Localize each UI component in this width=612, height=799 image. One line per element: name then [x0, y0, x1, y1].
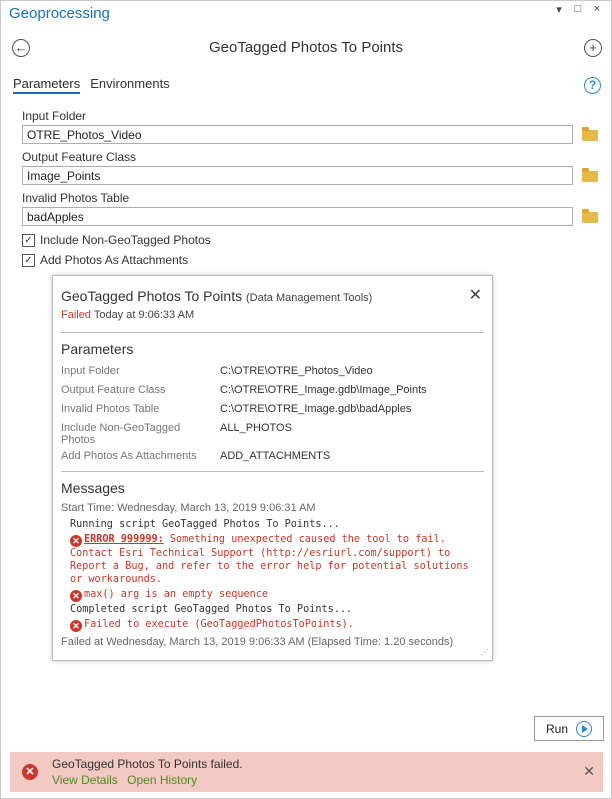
param-value: C:\OTRE\OTRE_Image.gdb\Image_Points	[220, 384, 427, 396]
banner-links: View Details Open History	[52, 773, 203, 787]
close-icon[interactable]: ✕	[469, 285, 482, 305]
browse-folder-icon[interactable]	[582, 127, 598, 141]
error-message: ✕ Failed to execute (GeoTaggedPhotosToPoi…	[70, 618, 486, 632]
param-value: ADD_ATTACHMENTS	[220, 450, 331, 462]
popup-toolbox: (Data Management Tools)	[245, 292, 373, 304]
view-details-link[interactable]: View Details	[52, 773, 118, 787]
add-attachments-label: Add Photos As Attachments	[40, 253, 189, 267]
param-key: Add Photos As Attachments	[61, 450, 197, 462]
param-value: C:\OTRE\OTRE_Image.gdb\badApples	[220, 403, 412, 415]
include-nongeo-label: Include Non-GeoTagged Photos	[40, 233, 211, 247]
browse-folder-icon[interactable]	[582, 209, 598, 223]
popup-tool-name: GeoTagged Photos To Points	[61, 288, 243, 304]
help-icon[interactable]: ?	[584, 77, 601, 94]
message-line: Running script GeoTagged Photos To Point…	[70, 519, 340, 530]
error-text: Failed to execute (GeoTaggedPhotosToPoin…	[84, 619, 354, 630]
parameters-heading: Parameters	[61, 341, 134, 357]
invalid-table-label: Invalid Photos Table	[22, 191, 130, 205]
add-icon[interactable]: +	[584, 39, 602, 57]
run-label: Run	[545, 721, 568, 736]
invalid-table-field[interactable]: badApples	[22, 207, 573, 226]
divider	[61, 332, 484, 333]
resize-grip-icon[interactable]: ⋰	[481, 648, 489, 657]
pane-menu-icon[interactable]: ▾	[553, 3, 565, 16]
divider	[61, 471, 484, 472]
include-nongeo-checkbox[interactable]: ✓	[22, 233, 35, 247]
popup-title: GeoTagged Photos To Points (Data Managem…	[61, 288, 372, 304]
error-icon: ✕	[70, 535, 82, 547]
play-icon	[576, 720, 592, 737]
param-value: C:\OTRE\OTRE_Photos_Video	[220, 365, 373, 377]
tab-parameters[interactable]: Parameters	[13, 76, 81, 94]
status-failed: Failed	[61, 309, 91, 321]
failure-banner: ✕ GeoTagged Photos To Points failed. Vie…	[10, 752, 603, 792]
param-value: ALL_PHOTOS	[220, 422, 292, 434]
run-details-popup: GeoTagged Photos To Points (Data Managem…	[52, 275, 493, 661]
close-icon[interactable]: ✕	[583, 763, 595, 780]
output-fc-field[interactable]: Image_Points	[22, 166, 573, 185]
popup-status: Failed Today at 9:06:33 AM	[61, 309, 194, 321]
error-icon: ✕	[70, 590, 82, 602]
error-icon: ✕	[22, 764, 38, 780]
error-code-link[interactable]: ERROR 999999:	[84, 534, 164, 545]
start-time: Start Time: Wednesday, March 13, 2019 9:…	[61, 502, 316, 514]
error-message: ✕ max() arg is an empty sequence	[70, 588, 486, 602]
add-attachments-row: ✓ Add Photos As Attachments	[22, 253, 188, 267]
geoprocessing-pane: Geoprocessing ▾ □ × ← GeoTagged Photos T…	[0, 0, 612, 799]
run-button[interactable]: Run	[534, 716, 604, 741]
tab-environments[interactable]: Environments	[90, 76, 169, 94]
maximize-icon[interactable]: □	[572, 3, 584, 16]
browse-folder-icon[interactable]	[582, 168, 598, 182]
param-key: Input Folder	[61, 365, 120, 377]
end-time: Failed at Wednesday, March 13, 2019 9:06…	[61, 636, 454, 648]
error-message: ✕ ERROR 999999: Something unexpected caus…	[70, 533, 486, 586]
status-time: Today at 9:06:33 AM	[93, 309, 195, 321]
tab-bar: Parameters Environments	[13, 76, 170, 94]
error-text: max() arg is an empty sequence	[84, 589, 269, 600]
error-icon: ✕	[70, 620, 82, 632]
open-history-link[interactable]: Open History	[127, 773, 197, 787]
message-line: Completed script GeoTagged Photos To Poi…	[70, 604, 353, 615]
input-folder-field[interactable]: OTRE_Photos_Video	[22, 125, 573, 144]
messages-heading: Messages	[61, 480, 125, 496]
param-key: Output Feature Class	[61, 384, 166, 396]
input-folder-label: Input Folder	[22, 109, 87, 123]
window-controls: ▾ □ ×	[553, 3, 603, 16]
param-key: Include Non-GeoTagged Photos	[61, 422, 181, 446]
output-fc-label: Output Feature Class	[22, 150, 137, 164]
pane-title: Geoprocessing	[9, 5, 110, 22]
tool-title: GeoTagged Photos To Points	[208, 39, 404, 56]
add-attachments-checkbox[interactable]: ✓	[22, 253, 35, 267]
param-key: Invalid Photos Table	[61, 403, 160, 415]
banner-message: GeoTagged Photos To Points failed.	[52, 757, 243, 771]
close-pane-icon[interactable]: ×	[591, 3, 603, 16]
include-nongeo-row: ✓ Include Non-GeoTagged Photos	[22, 233, 211, 247]
